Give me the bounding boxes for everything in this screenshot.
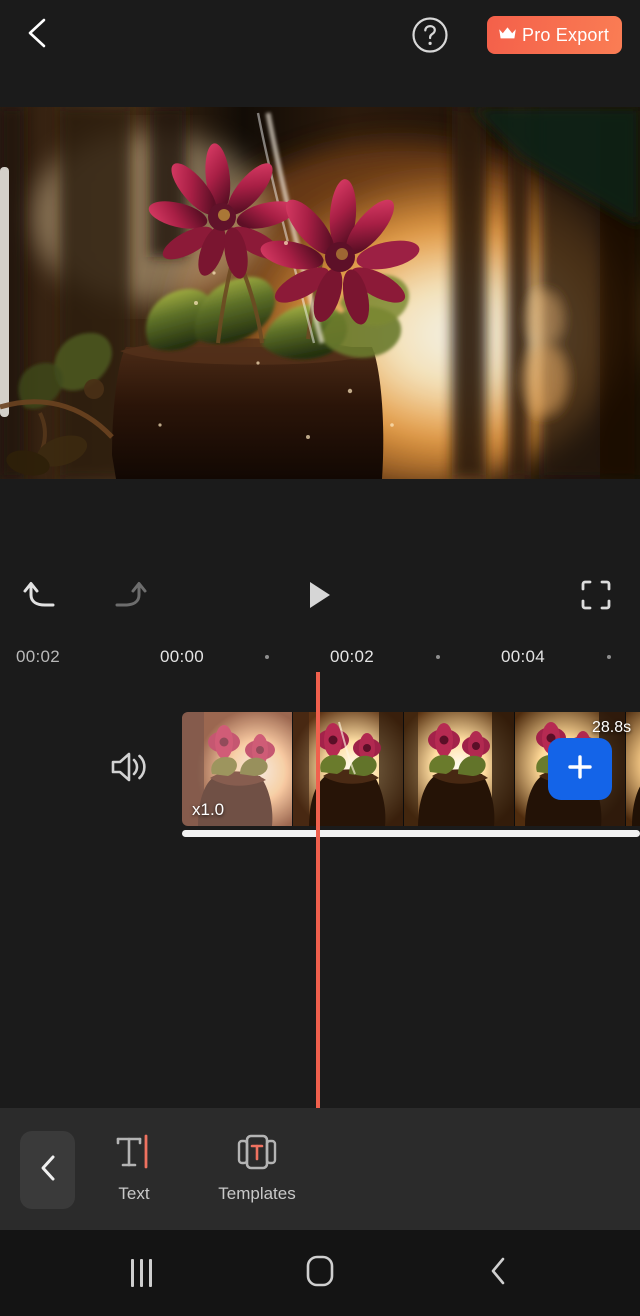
top-bar: Pro Export: [0, 0, 640, 107]
nav-recents-button[interactable]: [96, 1250, 186, 1296]
ruler-tick-label: 00:02: [329, 647, 375, 666]
android-nav-bar: [0, 1230, 640, 1316]
filmstrip-thumbnail: [404, 712, 515, 826]
undo-button[interactable]: [14, 575, 68, 619]
fullscreen-button[interactable]: [570, 575, 622, 619]
video-preview[interactable]: [0, 107, 640, 479]
playback-controls: [0, 560, 640, 634]
timeline-ruler[interactable]: 00:02 00:00 00:02 00:04: [0, 634, 640, 684]
chevron-left-icon: [22, 16, 52, 55]
back-button[interactable]: [10, 8, 64, 62]
clip-duration-label: 28.8s: [592, 719, 632, 736]
bottom-toolbar: Text Templates: [0, 1108, 640, 1230]
current-time-label: 00:02: [16, 647, 61, 666]
question-circle-icon: [410, 17, 450, 59]
play-triangle-icon: [307, 580, 333, 615]
clip-speed-label: x1.0: [192, 800, 225, 819]
redo-button[interactable]: [102, 575, 156, 619]
ruler-tick-label: 00:04: [500, 647, 546, 666]
crown-icon: [498, 25, 517, 46]
tool-label: Text: [118, 1184, 150, 1203]
fullscreen-expand-icon: [579, 578, 613, 617]
toolbar-back-button[interactable]: [20, 1131, 75, 1209]
help-button[interactable]: [410, 15, 450, 55]
speaker-volume-icon: [108, 752, 148, 791]
ruler-tick-label: 00:00: [159, 647, 205, 666]
timeline-scrollbar[interactable]: [182, 830, 640, 837]
templates-stack-icon: [235, 1130, 279, 1174]
redo-arrow-icon: [110, 578, 148, 617]
play-button[interactable]: [294, 574, 346, 620]
nav-home-button[interactable]: [275, 1250, 365, 1296]
pro-export-label: Pro Export: [522, 24, 610, 45]
playhead[interactable]: [316, 672, 320, 1110]
chevron-left-icon: [37, 1154, 59, 1187]
add-clip-button[interactable]: [548, 738, 612, 800]
ruler-tick-dot: [607, 655, 611, 659]
volume-button[interactable]: [108, 747, 148, 787]
nav-back-button[interactable]: [453, 1250, 543, 1296]
text-cursor-icon: [112, 1130, 156, 1174]
preview-frame-image: [0, 107, 640, 479]
recents-bars-icon: [130, 1259, 152, 1287]
plus-icon: [565, 752, 595, 787]
tool-templates[interactable]: Templates: [209, 1130, 305, 1204]
nav-back-chevron-icon: [485, 1255, 511, 1292]
tool-text[interactable]: Text: [86, 1130, 182, 1204]
tool-label: Templates: [218, 1184, 296, 1203]
pro-export-button[interactable]: Pro Export: [487, 16, 623, 54]
filmstrip-thumbnail: [293, 712, 404, 826]
ruler-tick-dot: [436, 655, 440, 659]
ruler-tick-dot: [265, 655, 269, 659]
home-square-icon: [304, 1254, 336, 1293]
undo-arrow-icon: [22, 578, 60, 617]
